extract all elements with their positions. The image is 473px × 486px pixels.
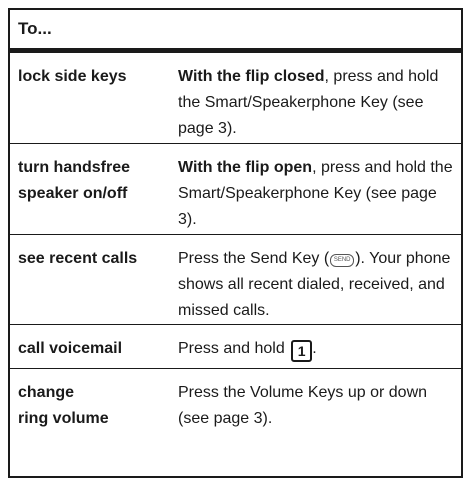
table-header: To...: [10, 10, 461, 53]
action-cell: lock side keys: [18, 68, 127, 85]
send-key-icon: SEND: [330, 254, 355, 267]
action-cell: call voicemail: [18, 340, 123, 357]
header-title: To...: [18, 19, 52, 38]
description-text: Press and hold: [178, 340, 290, 357]
description-cell: Press and hold 1.: [178, 336, 458, 362]
description-cell: Press the Send Key (SEND). Your phone sh…: [178, 246, 458, 324]
description-cell: With the flip open, press and hold the S…: [178, 155, 458, 233]
action-cell: see recent calls: [18, 250, 138, 267]
description-cell: With the flip closed, press and hold the…: [178, 64, 458, 142]
table-row: see recent calls Press the Send Key (SEN…: [10, 235, 461, 325]
table-row: call voicemail Press and hold 1.: [10, 325, 461, 369]
action-line: change: [18, 384, 75, 401]
description-text: .: [312, 340, 317, 357]
description-emphasis: With the flip closed: [178, 68, 325, 85]
action-cell: turn handsfree speaker on/off: [18, 159, 131, 202]
key-1-icon: 1: [291, 340, 313, 362]
description-text: Press the Send Key (: [178, 250, 330, 267]
table-row: lock side keys With the flip closed, pre…: [10, 53, 461, 144]
action-cell: change ring volume: [18, 380, 176, 432]
table-row: change ring volume Press the Volume Keys…: [10, 369, 461, 433]
action-line: ring volume: [18, 410, 109, 427]
table-row: turn handsfree speaker on/off With the f…: [10, 144, 461, 235]
description-cell: Press the Volume Keys up or down (see pa…: [178, 384, 428, 427]
description-emphasis: With the flip open: [178, 159, 313, 176]
instruction-table: To... lock side keys With the flip close…: [8, 8, 463, 478]
